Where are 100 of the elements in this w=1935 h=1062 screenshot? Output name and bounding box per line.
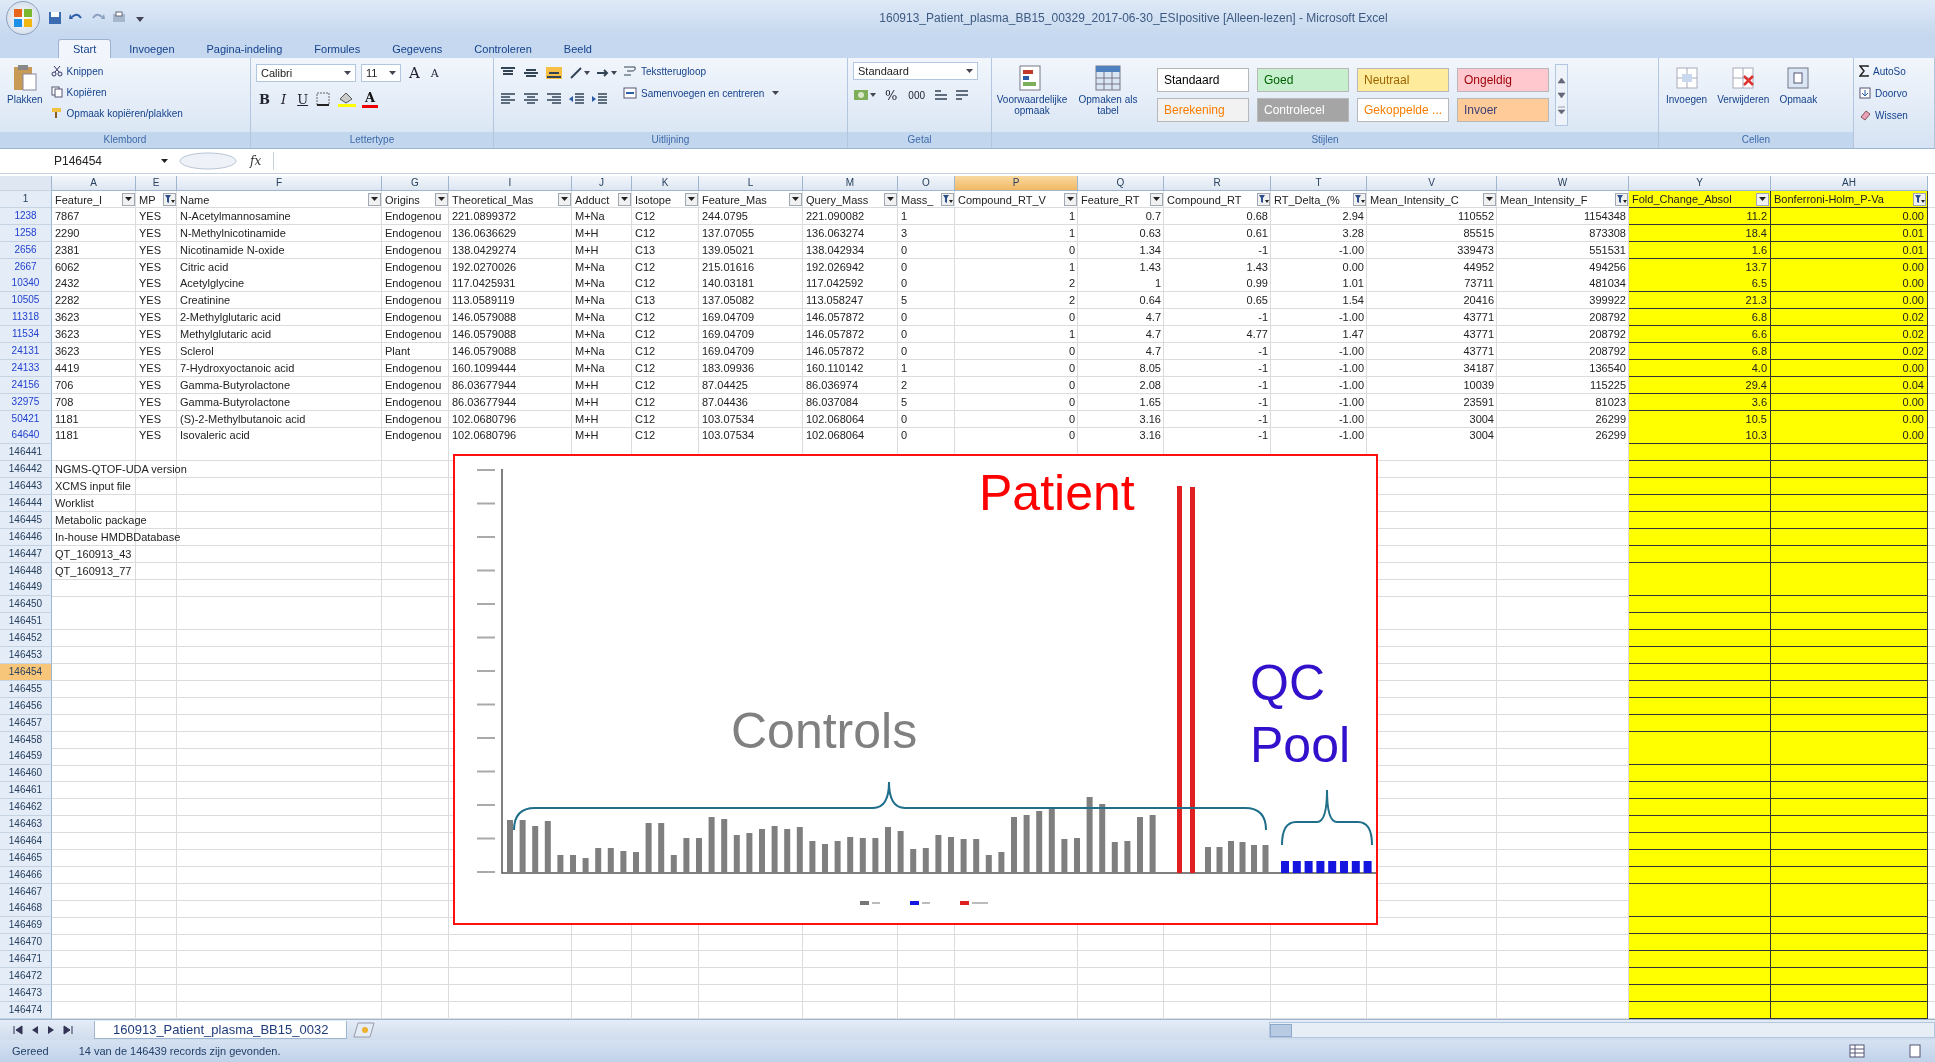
column-letter[interactable]: F — [177, 176, 382, 191]
borders-icon[interactable] — [316, 92, 333, 106]
column-letter[interactable]: P — [955, 176, 1078, 191]
align-middle-icon[interactable] — [522, 66, 540, 80]
clear-button[interactable]: Wissen — [1859, 106, 1908, 124]
ribbon-tab[interactable]: Beeld — [549, 40, 606, 58]
row-header[interactable]: 10505 — [0, 292, 52, 310]
format-cells-button[interactable]: Opmaak — [1777, 62, 1820, 107]
row-header[interactable]: 11534 — [0, 326, 52, 344]
increase-indent-icon[interactable] — [591, 92, 609, 106]
text-orientation-icon[interactable] — [568, 66, 590, 80]
next-sheet-icon[interactable] — [46, 1025, 56, 1035]
merge-center-button[interactable]: Samenvoegen en centreren — [623, 84, 780, 102]
ribbon-tab[interactable]: Invoegen — [115, 40, 189, 58]
fill-color-icon[interactable] — [337, 91, 358, 107]
copy-button[interactable]: Kopiëren — [50, 83, 183, 101]
italic-button[interactable]: I — [278, 91, 290, 107]
row-header[interactable]: 146469 — [0, 917, 52, 935]
row-header[interactable]: 146449 — [0, 579, 52, 597]
row-header[interactable]: 11318 — [0, 309, 52, 327]
align-right-icon[interactable] — [545, 92, 563, 106]
filter-button[interactable] — [163, 193, 176, 206]
filter-button[interactable] — [685, 193, 698, 206]
column-letter[interactable]: Q — [1078, 176, 1164, 191]
ribbon-tab[interactable]: Start — [58, 39, 112, 58]
page-layout-icon[interactable] — [1907, 1044, 1923, 1058]
insert-cells-button[interactable]: Invoegen — [1664, 62, 1710, 107]
row-header[interactable]: 146470 — [0, 934, 52, 952]
filter-button[interactable] — [941, 193, 954, 206]
row-header[interactable]: 146460 — [0, 765, 52, 783]
column-letter[interactable]: I — [449, 176, 572, 191]
font-color-button[interactable]: A — [362, 90, 379, 108]
column-letter[interactable]: R — [1164, 176, 1271, 191]
column-letter[interactable]: G — [382, 176, 449, 191]
first-sheet-icon[interactable] — [12, 1025, 24, 1035]
column-letter[interactable]: M — [803, 176, 898, 191]
row-header[interactable]: 146450 — [0, 596, 52, 614]
filter-button[interactable] — [789, 193, 802, 206]
ribbon-tab[interactable]: Pagina-indeling — [192, 40, 297, 58]
filter-button[interactable] — [884, 193, 897, 206]
align-center-icon[interactable] — [522, 92, 540, 106]
format-as-table-button[interactable]: Opmaken als tabel — [1073, 62, 1143, 118]
row-header[interactable]: 10340 — [0, 275, 52, 293]
row-header[interactable]: 1 — [0, 191, 52, 208]
normal-view-icon[interactable] — [1849, 1044, 1865, 1058]
column-letter[interactable]: J — [572, 176, 632, 191]
row-header[interactable]: 146461 — [0, 782, 52, 800]
percent-button[interactable]: % — [882, 87, 901, 103]
filter-button[interactable] — [1483, 193, 1496, 206]
decrease-indent-icon[interactable] — [568, 92, 586, 106]
increase-decimal-icon[interactable] — [933, 88, 950, 102]
office-button[interactable] — [6, 1, 40, 35]
column-letter[interactable]: O — [898, 176, 955, 191]
previous-sheet-icon[interactable] — [30, 1025, 40, 1035]
bold-button[interactable]: B — [256, 91, 273, 107]
filter-button[interactable] — [1615, 193, 1628, 206]
ribbon-tab[interactable]: Controleren — [460, 40, 546, 58]
filter-button[interactable] — [618, 193, 631, 206]
paste-button[interactable]: Plakken — [5, 62, 45, 107]
column-letter[interactable]: L — [699, 176, 803, 191]
conditional-formatting-button[interactable]: Voorwaardelijke opmaak — [997, 62, 1067, 118]
font-family-dropdown[interactable]: Calibri — [256, 64, 356, 82]
cell-style-option[interactable]: Goed — [1257, 68, 1349, 92]
underline-button[interactable]: U — [294, 91, 312, 107]
cell-style-option[interactable]: Invoer — [1457, 98, 1549, 122]
row-header[interactable]: 146471 — [0, 951, 52, 969]
cell-style-option[interactable]: Standaard — [1157, 68, 1249, 92]
filter-button[interactable] — [558, 193, 571, 206]
row-header[interactable]: 24131 — [0, 343, 52, 360]
row-header[interactable]: 146451 — [0, 613, 52, 631]
filter-button[interactable] — [1150, 193, 1163, 206]
row-header[interactable]: 146443 — [0, 478, 52, 496]
row-header[interactable]: 146459 — [0, 748, 52, 766]
last-sheet-icon[interactable] — [62, 1025, 74, 1035]
filter-button[interactable] — [122, 193, 135, 206]
column-letter[interactable]: A — [52, 176, 136, 191]
column-letter[interactable]: AH — [1771, 176, 1928, 191]
thousands-button[interactable]: 000 — [905, 89, 929, 101]
row-header[interactable]: 146468 — [0, 900, 52, 918]
delete-cells-button[interactable]: Verwijderen — [1715, 62, 1772, 107]
shrink-font-button[interactable]: A — [427, 66, 442, 80]
column-letter[interactable]: V — [1367, 176, 1497, 191]
currency-icon[interactable] — [853, 88, 877, 102]
decrease-decimal-icon[interactable] — [954, 88, 971, 102]
ribbon-tab[interactable]: Gegevens — [378, 40, 457, 58]
align-left-icon[interactable] — [499, 92, 517, 106]
filter-button[interactable] — [368, 193, 381, 206]
horizontal-scrollbar[interactable] — [1269, 1022, 1935, 1038]
font-size-dropdown[interactable]: 11 — [361, 64, 401, 82]
filter-button[interactable] — [1913, 192, 1926, 206]
column-letter[interactable]: K — [632, 176, 699, 191]
format-painter-button[interactable]: Opmaak kopiëren/plakken — [50, 104, 183, 122]
ribbon-tab[interactable]: Formules — [300, 40, 375, 58]
row-header[interactable]: 146452 — [0, 630, 52, 648]
filter-button[interactable] — [435, 193, 448, 206]
filter-button[interactable] — [1064, 193, 1077, 206]
row-header[interactable]: 146442 — [0, 461, 52, 479]
fill-button[interactable]: Doorvo — [1859, 84, 1908, 102]
sheet-tab[interactable]: 160913_Patient_plasma_BB15_0032 — [94, 1021, 348, 1039]
row-header[interactable]: 64640 — [0, 427, 52, 445]
